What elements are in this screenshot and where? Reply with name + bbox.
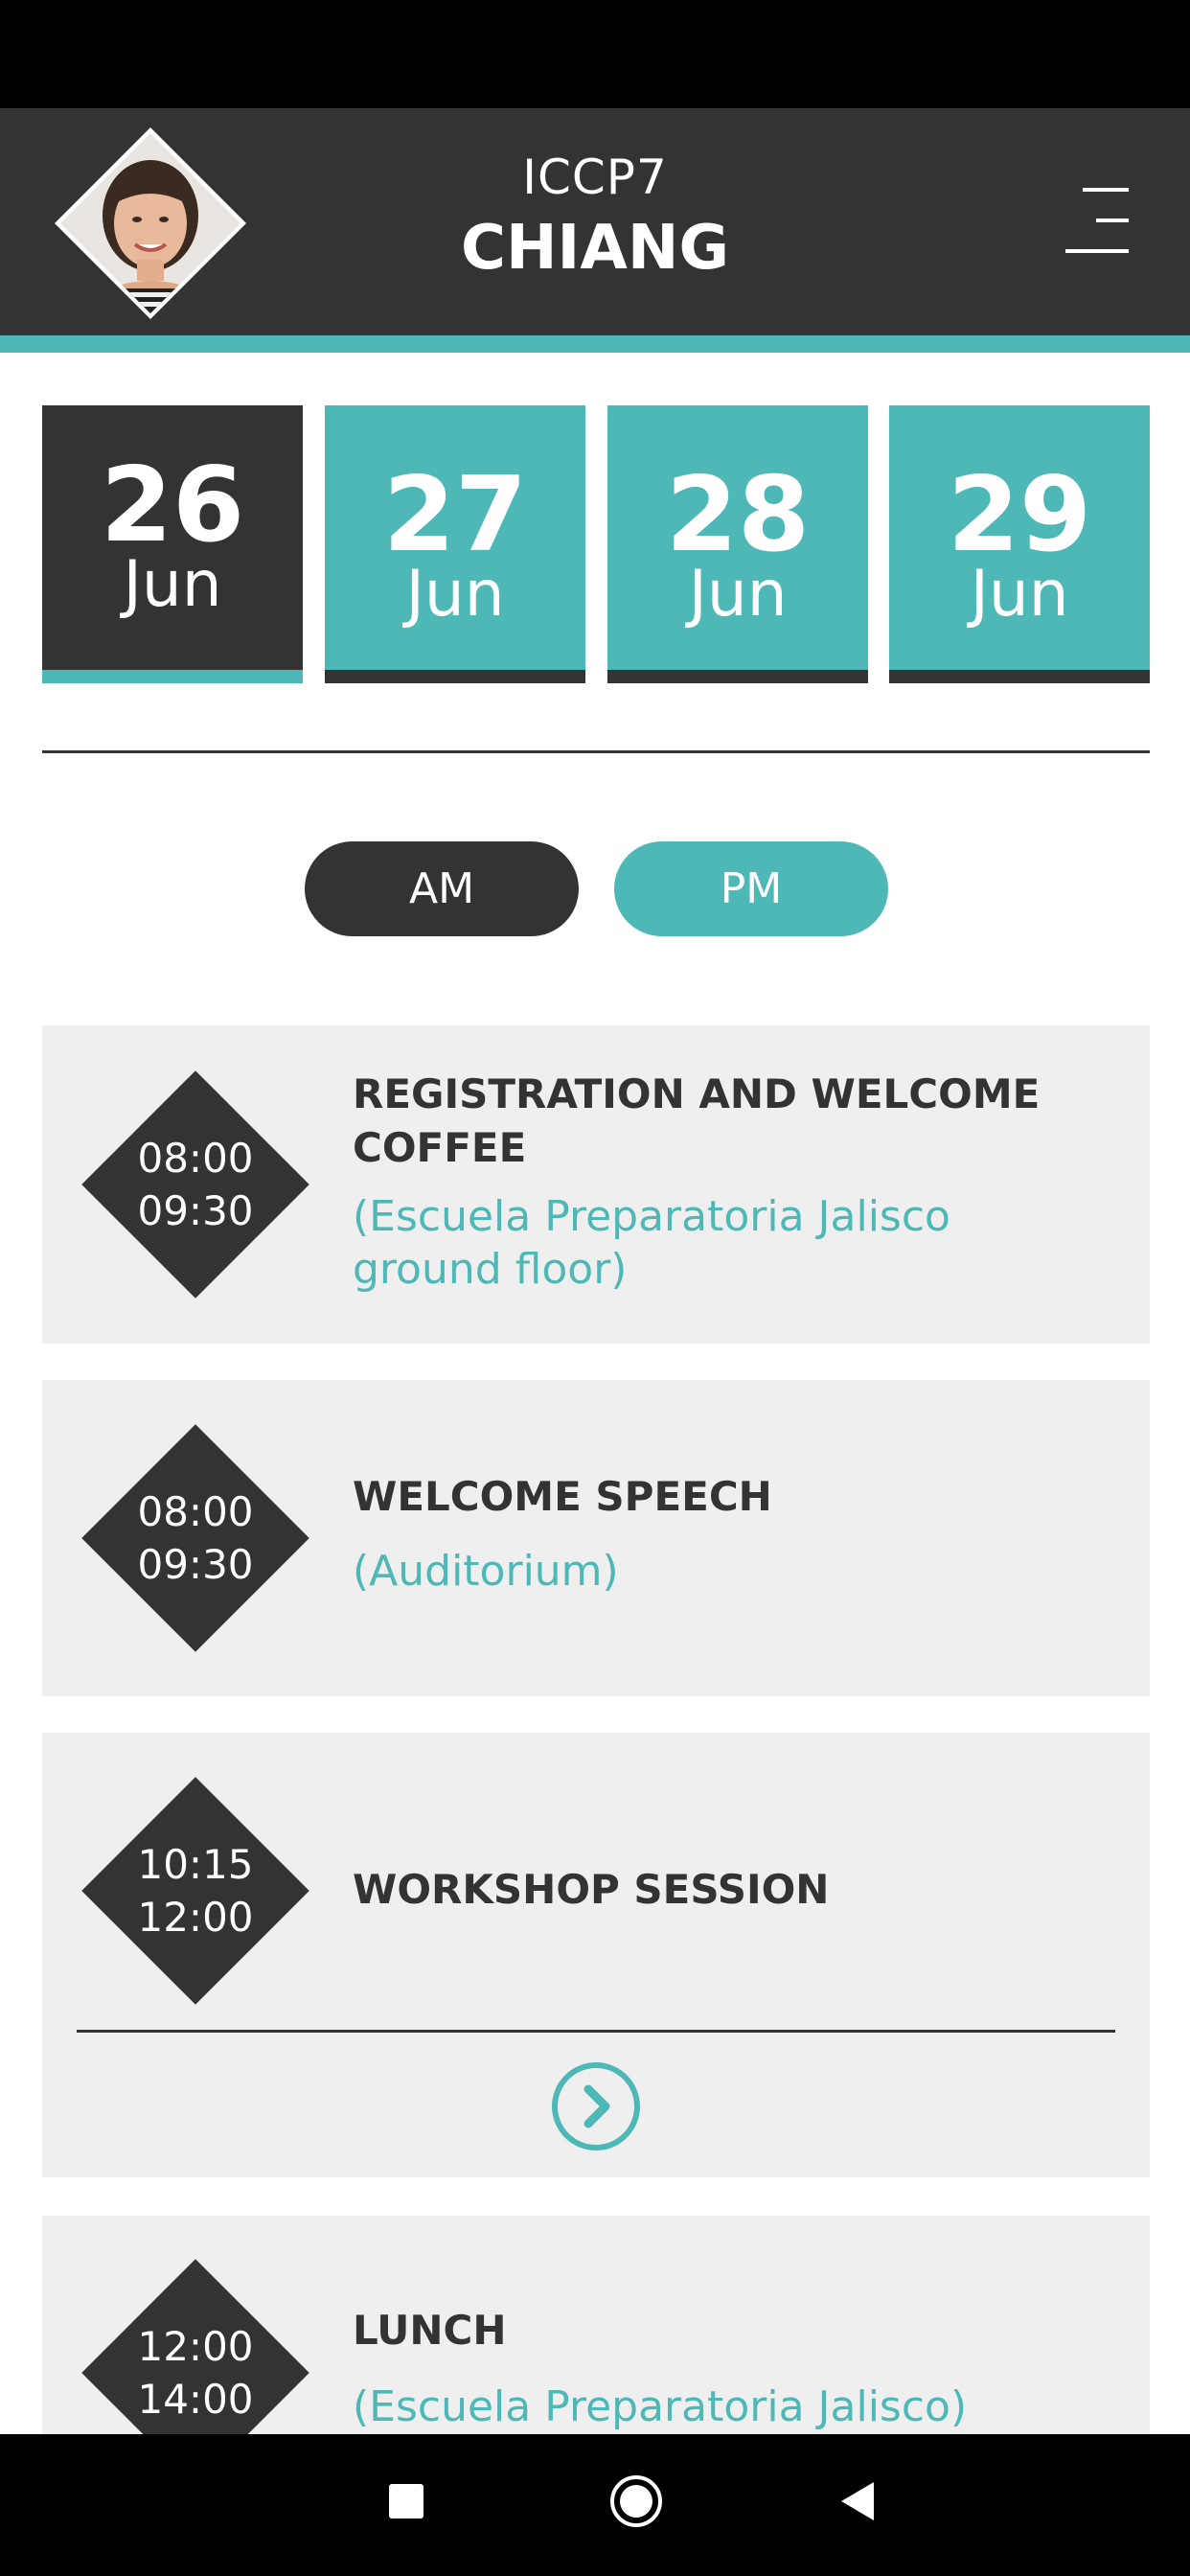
pm-toggle-button[interactable]: PM [614,841,888,936]
date-month: Jun [688,557,788,631]
event-location: (Escuela Preparatoria Jalisco) [353,2382,968,2431]
event-title: WORKSHOP SESSION [353,1866,830,1913]
date-month: Jun [970,557,1069,631]
event-start-time: 10:15 [137,1841,254,1888]
circle-icon [610,2475,662,2527]
event-end-time: 09:30 [137,1541,254,1588]
event-end-time: 09:30 [137,1187,254,1234]
card-divider [77,2030,1115,2033]
section-divider [42,750,1150,753]
am-toggle-button[interactable]: AM [305,841,579,936]
event-location: (Auditorium) [353,1547,619,1596]
expand-button[interactable] [550,2060,642,2152]
event-end-time: 14:00 [137,2376,254,2423]
event-title: WELCOME SPEECH [353,1473,772,1520]
time-badge: 08:00 09:30 [81,1070,309,1299]
chevron-right-circle-icon [552,2062,640,2150]
triangle-back-icon [841,2482,874,2520]
event-title-line: COFFEE [353,1124,527,1171]
menu-button[interactable] [1062,182,1138,259]
event-title: LUNCH [353,2307,507,2354]
square-icon [389,2484,423,2518]
date-tab-26[interactable]: 26 Jun [42,405,303,683]
header-subtitle: ICCP7 [522,150,668,205]
event-location: (Escuela Preparatoria Jalisco ground flo… [353,1190,1119,1296]
date-tab-indicator [889,670,1150,683]
status-bar [0,0,1190,108]
event-start-time: 12:00 [137,2323,254,2370]
date-tab-indicator [607,670,868,683]
event-end-time: 12:00 [137,1894,254,1941]
event-start-time: 08:00 [137,1135,254,1182]
date-tab-indicator [42,670,303,683]
system-nav-bar [0,2434,1190,2576]
event-start-time: 08:00 [137,1488,254,1535]
header-title: CHIANG [461,213,729,284]
date-tab-indicator [325,670,585,683]
date-tab-29[interactable]: 29 Jun [889,405,1150,683]
date-month: Jun [405,557,505,631]
date-tab-28[interactable]: 28 Jun [607,405,868,683]
event-title: REGISTRATION AND WELCOME COFFEE [353,1068,1119,1175]
header-accent-bar [0,335,1190,353]
event-card[interactable]: 12:00 14:00 LUNCH (Escuela Preparatoria … [42,2216,1150,2487]
event-location-line: (Escuela Preparatoria Jalisco [353,1192,950,1241]
date-tab-27[interactable]: 27 Jun [325,405,585,683]
date-month: Jun [123,547,222,621]
recent-apps-button[interactable] [368,2463,445,2540]
back-button[interactable] [820,2463,897,2540]
menu-icon [1065,188,1129,253]
event-location-line: ground floor) [353,1245,628,1294]
event-card[interactable]: 10:15 12:00 WORKSHOP SESSION [42,1733,1150,2177]
home-button[interactable] [598,2463,675,2540]
time-badge: 10:15 12:00 [81,1777,309,2005]
event-card[interactable]: 08:00 09:30 WELCOME SPEECH (Auditorium) [42,1380,1150,1696]
event-card[interactable]: 08:00 09:30 REGISTRATION AND WELCOME COF… [42,1025,1150,1344]
time-badge: 08:00 09:30 [81,1424,309,1652]
event-title-line: REGISTRATION AND WELCOME [353,1070,1041,1117]
